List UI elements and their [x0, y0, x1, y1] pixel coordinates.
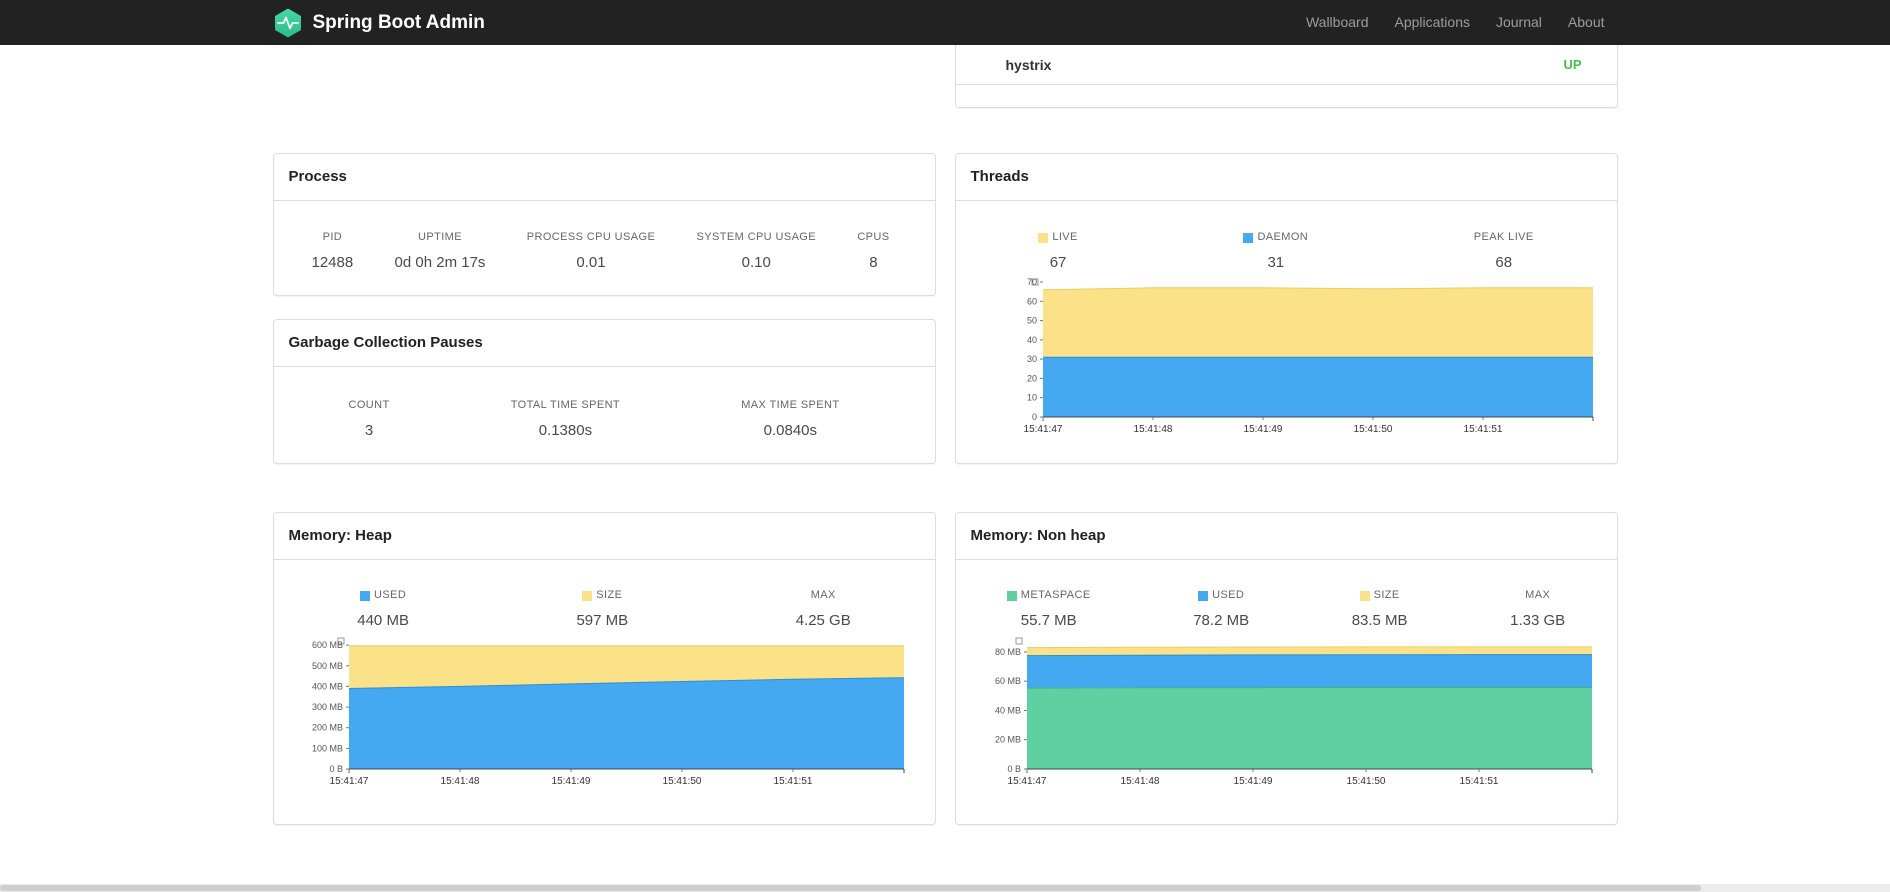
brand-link[interactable]: Spring Boot Admin	[273, 8, 485, 38]
memory-heap-chart: 0 B 100 MB 200 MB 300 MB 400 MB 500 MB 600 MB 1…	[274, 633, 935, 800]
size-swatch-icon	[1359, 590, 1370, 601]
memory-heap-legend: USED 440 MB SIZE 597 MB MAX 4.25 GB	[274, 560, 935, 630]
process-panel: Process PID 12488 UPTIME 0d 0h 2m 17s PR…	[272, 153, 936, 296]
metric-uptime: UPTIME 0d 0h 2m 17s	[394, 231, 486, 271]
spring-boot-admin-logo-icon	[274, 8, 301, 37]
svg-text:15:41:47: 15:41:47	[329, 776, 368, 787]
svg-text:30: 30	[1026, 354, 1036, 364]
legend-peak-live: PEAK LIVE 68	[1473, 231, 1534, 271]
gc-metrics: COUNT 3 TOTAL TIME SPENT 0.1380s MAX TIM…	[274, 367, 935, 440]
svg-text:15:41:51: 15:41:51	[773, 776, 812, 787]
svg-text:15:41:48: 15:41:48	[1120, 776, 1159, 787]
svg-text:15:41:48: 15:41:48	[440, 776, 479, 787]
top-navbar: Spring Boot Admin Wallboard Applications…	[0, 0, 1890, 45]
horizontal-scrollbar-thumb[interactable]	[0, 885, 1701, 891]
brand-title: Spring Boot Admin	[312, 11, 485, 33]
svg-text:300 MB: 300 MB	[311, 702, 342, 712]
svg-text:10: 10	[1026, 393, 1036, 403]
daemon-swatch-icon	[1243, 232, 1254, 243]
legend-live: LIVE 67	[1038, 231, 1077, 272]
svg-text:15:41:48: 15:41:48	[1133, 424, 1172, 435]
process-metrics: PID 12488 UPTIME 0d 0h 2m 17s PROCESS CP…	[274, 201, 935, 272]
svg-text:15:41:47: 15:41:47	[1007, 776, 1046, 787]
svg-text:15:41:49: 15:41:49	[551, 776, 590, 787]
metric-process-cpu-usage: PROCESS CPU USAGE 0.01	[526, 231, 656, 271]
svg-text:15:41:50: 15:41:50	[662, 776, 701, 787]
used-swatch-icon	[1198, 590, 1209, 601]
threads-chart: 0 10 20 30 40 50 60 70 15:41:47 15:41:48 15:41:49 1…	[956, 274, 1617, 448]
metaspace-swatch-icon	[1006, 590, 1017, 601]
svg-text:70: 70	[1026, 277, 1036, 287]
legend-daemon: DAEMON 31	[1243, 231, 1308, 272]
metric-gc-count: COUNT 3	[348, 399, 390, 439]
svg-text:400 MB: 400 MB	[311, 681, 342, 691]
svg-text:15:41:50: 15:41:50	[1353, 424, 1392, 435]
memory-heap-panel: Memory: Heap USED 440 MB SIZE 597 MB MAX…	[272, 512, 936, 825]
svg-text:0 B: 0 B	[329, 764, 343, 774]
legend-heap-size: SIZE 597 MB	[576, 589, 629, 629]
svg-text:60: 60	[1026, 296, 1036, 306]
legend-nonheap-size: SIZE 83.5 MB	[1351, 589, 1408, 629]
process-panel-title: Process	[273, 154, 935, 201]
svg-text:0 B: 0 B	[1007, 764, 1021, 774]
application-status-badge: UP	[1563, 57, 1582, 72]
svg-text:15:41:51: 15:41:51	[1463, 424, 1502, 435]
svg-text:80 MB: 80 MB	[994, 647, 1020, 657]
legend-nonheap-used: USED 78.2 MB	[1193, 589, 1250, 629]
svg-text:100 MB: 100 MB	[311, 743, 342, 753]
svg-text:20: 20	[1026, 373, 1036, 383]
application-row-hystrix[interactable]: hystrix UP	[955, 45, 1617, 85]
svg-text:200 MB: 200 MB	[311, 723, 342, 733]
svg-text:15:41:50: 15:41:50	[1346, 776, 1385, 787]
svg-text:15:41:49: 15:41:49	[1243, 424, 1282, 435]
memory-nonheap-chart: 0 B 20 MB 40 MB 60 MB 80 MB 15:41:47 15:41:48 1…	[956, 633, 1617, 800]
memory-nonheap-panel: Memory: Non heap METASPACE 55.7 MB USED	[954, 512, 1618, 825]
nav-item-applications[interactable]: Applications	[1381, 0, 1483, 45]
metric-pid: PID 12488	[311, 231, 354, 271]
legend-heap-used: USED 440 MB	[357, 589, 409, 629]
metric-cpus: CPUS 8	[857, 231, 890, 271]
svg-text:15:41:49: 15:41:49	[1233, 776, 1272, 787]
legend-nonheap-max: MAX 1.33 GB	[1510, 589, 1566, 629]
threads-panel-title: Threads	[955, 154, 1617, 201]
applications-status-panel: hystrix UP	[954, 45, 1618, 108]
threads-panel: Threads LIVE 67 DAEMON 31 PEAK LIVE 68 0…	[954, 153, 1618, 464]
memory-heap-title: Memory: Heap	[273, 513, 935, 560]
legend-metaspace: METASPACE 55.7 MB	[1006, 589, 1091, 630]
threads-legend: LIVE 67 DAEMON 31 PEAK LIVE 68	[956, 201, 1617, 272]
nav-item-about[interactable]: About	[1555, 0, 1618, 45]
metric-gc-total-time: TOTAL TIME SPENT 0.1380s	[510, 399, 621, 439]
nav-item-journal[interactable]: Journal	[1483, 0, 1555, 45]
legend-heap-max: MAX 4.25 GB	[795, 589, 851, 629]
horizontal-scrollbar[interactable]	[0, 884, 1890, 892]
svg-text:20 MB: 20 MB	[994, 735, 1020, 745]
svg-text:500 MB: 500 MB	[311, 661, 342, 671]
svg-text:600 MB: 600 MB	[311, 640, 342, 650]
svg-text:40 MB: 40 MB	[994, 706, 1020, 716]
svg-text:40: 40	[1026, 335, 1036, 345]
svg-text:15:41:47: 15:41:47	[1023, 424, 1062, 435]
gc-pauses-panel: Garbage Collection Pauses COUNT 3 TOTAL …	[272, 319, 936, 464]
empty-left-space	[273, 45, 936, 108]
metric-system-cpu-usage: SYSTEM CPU USAGE 0.10	[696, 231, 816, 271]
live-swatch-icon	[1038, 232, 1049, 243]
svg-text:15:41:51: 15:41:51	[1459, 776, 1498, 787]
memory-nonheap-legend: METASPACE 55.7 MB USED 78.2 MB SIZE 83.5…	[956, 560, 1617, 630]
metric-gc-max-time: MAX TIME SPENT 0.0840s	[741, 399, 840, 439]
used-swatch-icon	[360, 590, 371, 601]
svg-text:50: 50	[1026, 316, 1036, 326]
gc-panel-title: Garbage Collection Pauses	[273, 320, 935, 367]
navbar-menu: Wallboard Applications Journal About	[1293, 0, 1618, 45]
size-swatch-icon	[582, 590, 593, 601]
svg-text:0: 0	[1031, 412, 1036, 422]
memory-nonheap-title: Memory: Non heap	[955, 513, 1617, 560]
svg-text:60 MB: 60 MB	[994, 676, 1020, 686]
nav-item-wallboard[interactable]: Wallboard	[1293, 0, 1382, 45]
application-name[interactable]: hystrix	[1006, 57, 1052, 73]
